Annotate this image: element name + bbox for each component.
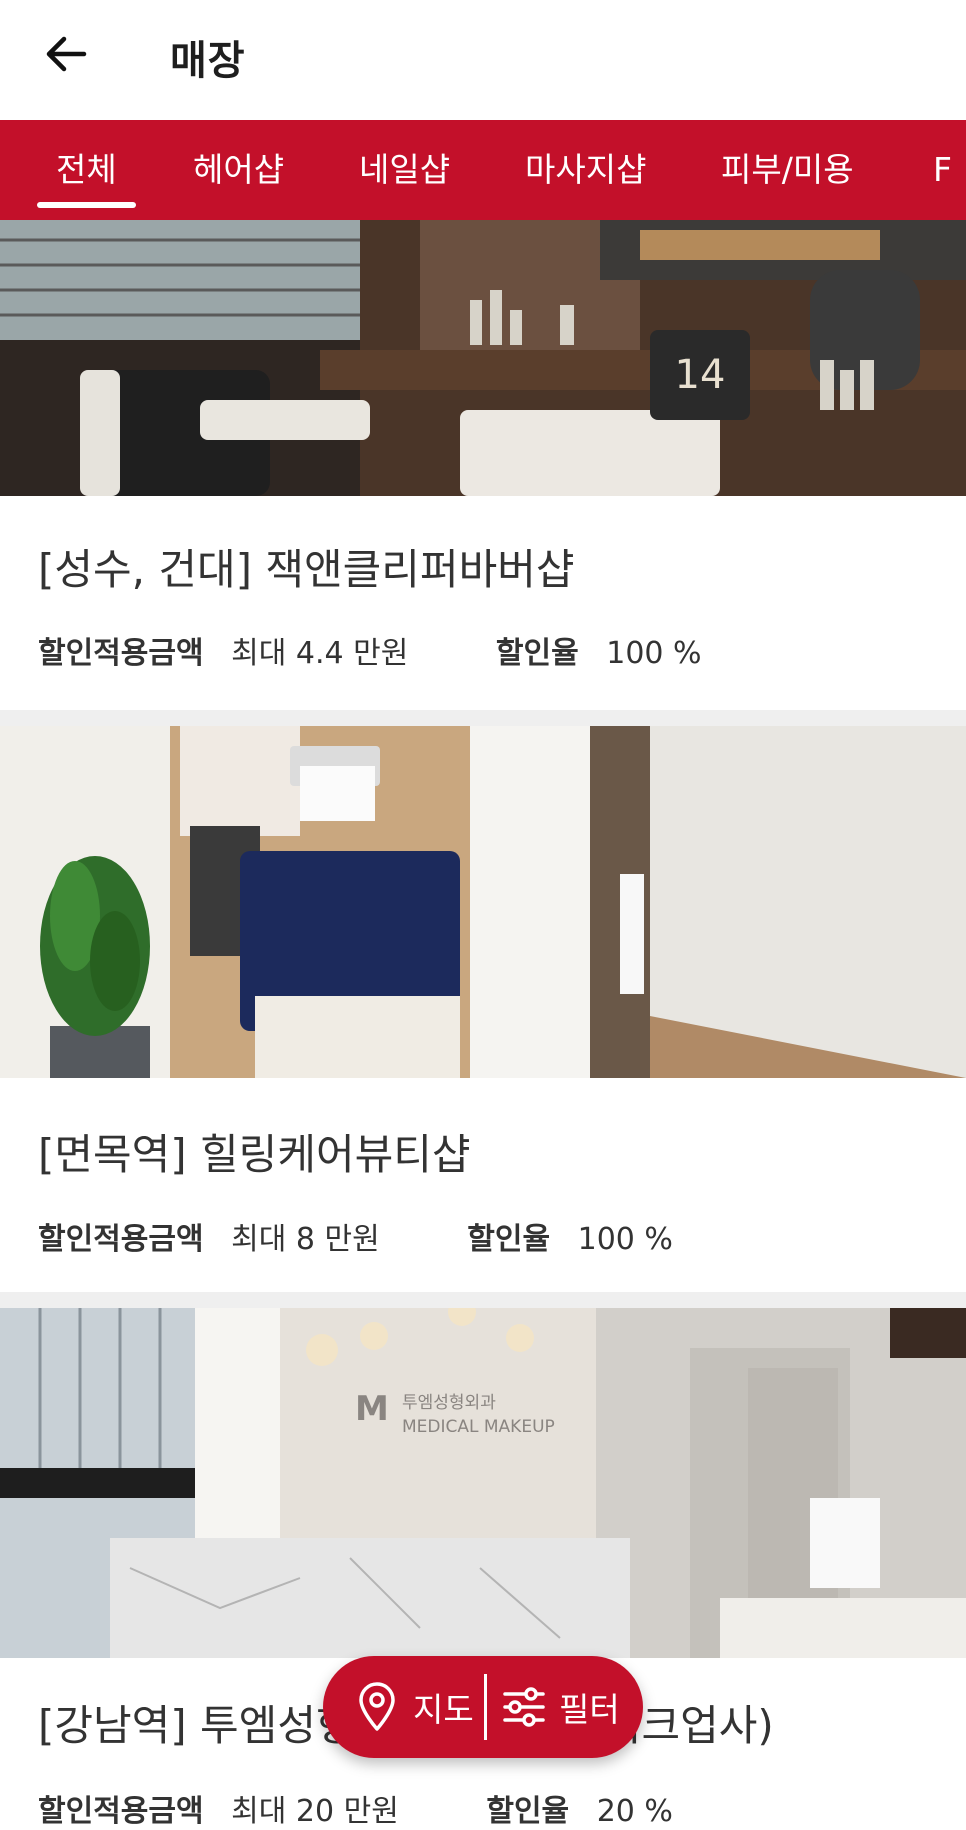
back-button[interactable]	[34, 22, 98, 86]
store-name: [면목역] 힐링케어뷰티샵	[38, 1130, 471, 1179]
map-pin-icon	[359, 1682, 395, 1731]
tab-more[interactable]: F	[933, 120, 952, 220]
tab-massage-shop[interactable]: 마사지샵	[525, 120, 646, 220]
map-button[interactable]: 지도	[355, 1656, 474, 1758]
svg-text:14: 14	[675, 352, 726, 398]
map-button-label: 지도	[413, 1690, 474, 1729]
discount-rate-label: 할인율	[486, 1794, 570, 1829]
discount-amount-label: 할인적용금액	[38, 1222, 204, 1257]
svg-text:M: M	[355, 1389, 389, 1429]
card-divider	[0, 710, 966, 726]
card-divider	[0, 1292, 966, 1308]
page-title: 매장	[170, 38, 246, 84]
store-image-clinic: M 투엠성형외과 MEDICAL MAKEUP	[0, 1308, 966, 1658]
discount-amount-label: 할인적용금액	[38, 1794, 204, 1829]
active-tab-indicator	[37, 202, 136, 208]
pill-divider	[484, 1674, 487, 1740]
arrow-left-icon	[46, 36, 87, 72]
store-card[interactable]: [면목역] 힐링케어뷰티샵 할인적용금액 최대 8 만원 할인율 100 %	[0, 726, 966, 1292]
discount-rate-value: 20 %	[596, 1794, 673, 1829]
sliders-icon	[503, 1687, 545, 1727]
clinic-sign-korean: 투엠성형외과	[402, 1393, 496, 1413]
store-name: [성수, 건대] 잭앤클리퍼바버샵	[38, 545, 575, 594]
store-discount-info: 할인적용금액 최대 20 만원 할인율 20 %	[38, 1786, 673, 1830]
store-card[interactable]: 14 [성수, 건대] 잭앤클리퍼바버샵 할인적용금액 최대 4.4 만원 할인…	[0, 220, 966, 710]
category-tab-bar: 전체 헤어샵 네일샵 마사지샵 피부/미용 F	[0, 120, 966, 220]
map-filter-pill: 지도 필터	[323, 1656, 643, 1758]
store-image-beauty-room	[0, 726, 966, 1078]
discount-amount-label: 할인적용금액	[38, 636, 204, 671]
tab-nail-shop[interactable]: 네일샵	[359, 120, 450, 220]
discount-rate-value: 100 %	[577, 1222, 673, 1257]
discount-rate-value: 100 %	[606, 636, 702, 671]
discount-rate-label: 할인율	[495, 636, 579, 671]
store-discount-info: 할인적용금액 최대 8 만원 할인율 100 %	[38, 1214, 673, 1258]
store-discount-info: 할인적용금액 최대 4.4 만원 할인율 100 %	[38, 628, 702, 672]
tab-hair-shop[interactable]: 헤어샵	[193, 120, 284, 220]
tab-skin-beauty[interactable]: 피부/미용	[721, 120, 854, 220]
discount-amount-value: 최대 20 만원	[231, 1794, 399, 1829]
clinic-sign-english: MEDICAL MAKEUP	[402, 1417, 555, 1437]
app-bar: 매장	[0, 0, 966, 120]
discount-amount-value: 최대 4.4 만원	[231, 636, 409, 671]
discount-amount-value: 최대 8 만원	[231, 1222, 380, 1257]
filter-button-label: 필터	[559, 1690, 620, 1729]
store-image-barbershop: 14	[0, 220, 966, 496]
discount-rate-label: 할인율	[467, 1222, 551, 1257]
filter-button[interactable]: 필터	[501, 1656, 620, 1758]
